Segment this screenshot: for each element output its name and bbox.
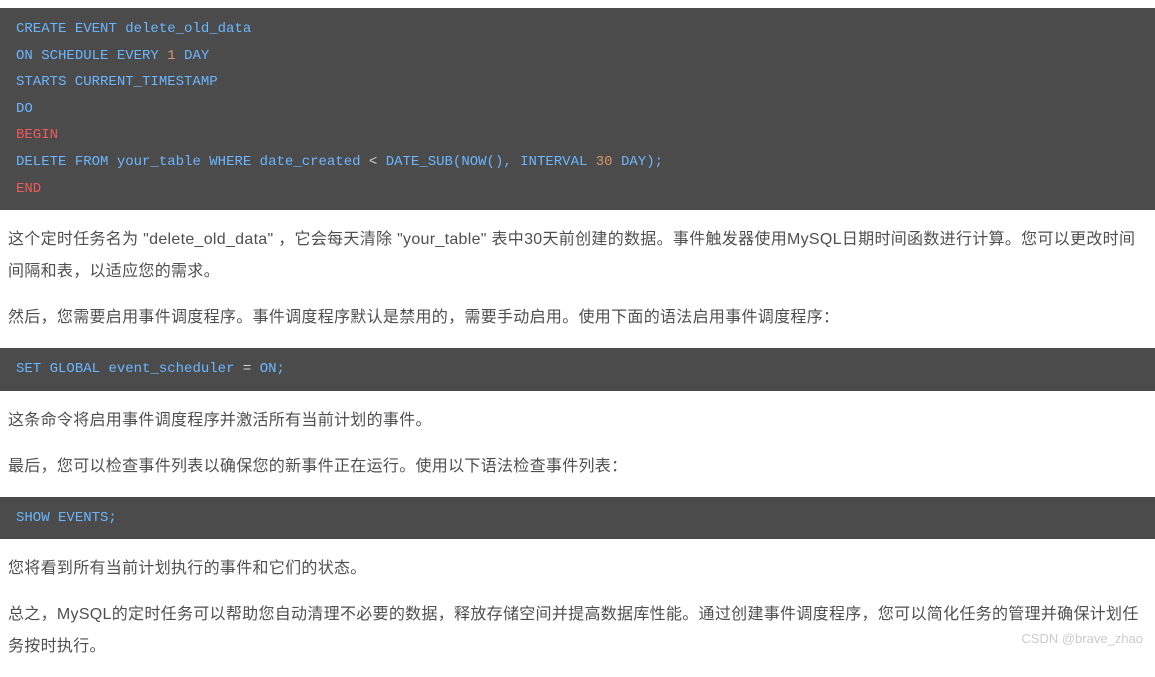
watermark-text: CSDN @brave_zhao <box>1021 627 1143 652</box>
paragraph-explanation-1: 这个定时任务名为 "delete_old_data" ，它会每天清除 "your… <box>8 224 1147 288</box>
code-token: (), <box>487 154 521 170</box>
code-token: WHERE <box>209 154 251 170</box>
code-token: INTERVAL <box>520 154 587 170</box>
code-token: 30 <box>596 154 613 170</box>
code-token: FROM <box>75 154 109 170</box>
code-token: GLOBAL <box>50 361 100 377</box>
code-token: END <box>16 181 41 197</box>
paragraph-check-events: 最后，您可以检查事件列表以确保您的新事件正在运行。使用以下语法检查事件列表： <box>8 451 1147 483</box>
code-token <box>41 361 49 377</box>
paragraph-enable-scheduler: 然后，您需要启用事件调度程序。事件调度程序默认是禁用的，需要手动启用。使用下面的… <box>8 302 1147 334</box>
code-block-create-event: CREATE EVENT delete_old_data ON SCHEDULE… <box>0 8 1155 210</box>
code-token: your_table <box>108 154 209 170</box>
code-token: STARTS CURRENT_TIMESTAMP <box>16 74 218 90</box>
code-token: date_created <box>251 154 369 170</box>
code-token: DAY <box>176 48 210 64</box>
code-token: ); <box>646 154 663 170</box>
code-token: DO <box>16 101 33 117</box>
code-token: ; <box>277 361 285 377</box>
code-block-show-events: SHOW EVENTS; <box>0 497 1155 540</box>
code-token: SHOW <box>16 510 50 526</box>
code-token: SET <box>16 361 41 377</box>
code-token: EVENT delete_old_data <box>66 21 251 37</box>
code-token: EVENTS; <box>50 510 117 526</box>
code-block-set-global: SET GLOBAL event_scheduler = ON; <box>0 348 1155 391</box>
code-token: DATE_SUB( <box>377 154 461 170</box>
code-token: ON <box>260 361 277 377</box>
paragraph-summary: 总之，MySQL的定时任务可以帮助您自动清理不必要的数据，释放存储空间并提高数据… <box>8 599 1147 663</box>
code-token: event_scheduler <box>100 361 243 377</box>
code-token: CREATE <box>16 21 66 37</box>
code-token: SCHEDULE EVERY <box>33 48 167 64</box>
code-token <box>251 361 259 377</box>
code-token <box>587 154 595 170</box>
code-token: DELETE <box>16 154 66 170</box>
paragraph-command-result: 这条命令将启用事件调度程序并激活所有当前计划的事件。 <box>8 405 1147 437</box>
code-token: 1 <box>167 48 175 64</box>
code-token: DAY <box>621 154 646 170</box>
code-token: NOW <box>461 154 486 170</box>
code-token <box>66 154 74 170</box>
code-token <box>613 154 621 170</box>
code-token: ON <box>16 48 33 64</box>
paragraph-events-status: 您将看到所有当前计划执行的事件和它们的状态。 <box>8 553 1147 585</box>
code-token: BEGIN <box>16 127 58 143</box>
